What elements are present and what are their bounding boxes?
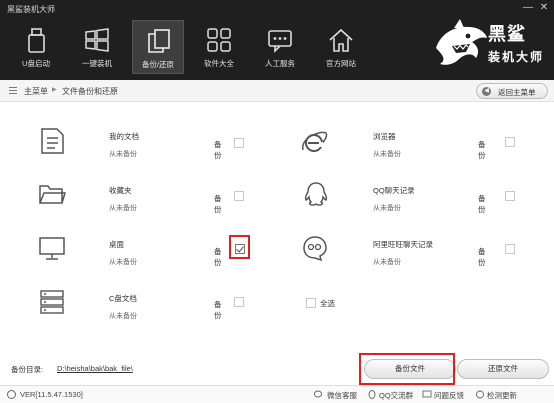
chat-icon: [268, 30, 292, 53]
nav-backup-restore[interactable]: 备份/还原: [132, 20, 184, 74]
footer-feedback[interactable]: 问题反馈: [434, 390, 464, 401]
qq-group-icon: [368, 390, 376, 399]
backup-checkbox-browser[interactable]: [505, 137, 515, 147]
copy-icon: [148, 29, 170, 53]
menu-icon: [9, 87, 17, 94]
restore-files-button[interactable]: 还原文件: [457, 359, 549, 379]
arrow-left-icon: ◀: [482, 87, 491, 96]
nav-software[interactable]: 软件大全: [193, 20, 245, 74]
nav-usb-boot[interactable]: U盘启动: [10, 20, 62, 74]
nav-label: 一键装机: [82, 59, 112, 68]
monitor-icon: [39, 237, 65, 260]
backup-checkbox-qq-chat[interactable]: [505, 191, 515, 201]
chevron-right-icon: ▶: [52, 87, 57, 93]
nav-label: 软件大全: [204, 59, 234, 68]
breadcrumb-current: 文件备份和还原: [62, 87, 118, 96]
nav-label: 备份/还原: [141, 60, 175, 69]
version-text: VER[11.5.47.1530]: [20, 390, 83, 399]
nav-label: 人工服务: [265, 59, 295, 68]
backup-checkbox-c-drive[interactable]: [234, 297, 244, 307]
windows-icon: [85, 28, 109, 52]
nav-label: U盘启动: [22, 59, 50, 68]
ie-browser-icon: [302, 131, 328, 152]
nav-one-click-install[interactable]: 一键装机: [71, 20, 123, 74]
footer-wechat-service[interactable]: 微信客服: [327, 390, 357, 401]
nav-official-site[interactable]: 官方网站: [315, 20, 367, 74]
shark-logo-icon: [436, 19, 487, 65]
back-to-main-menu-button[interactable]: ◀ 返回主菜单: [476, 83, 548, 99]
backup-checkbox-my-documents[interactable]: [234, 138, 244, 148]
back-button-label: 返回主菜单: [498, 88, 536, 97]
update-icon: [476, 390, 484, 399]
home-icon: [329, 28, 353, 52]
app-header: 黑鲨装机大师 — ✕ U盘启动 一键装机 备份/还原 软件大全 人工服务 官方网…: [0, 0, 554, 80]
backup-checkbox-favorites[interactable]: [234, 191, 244, 201]
aliwangwang-icon: [303, 236, 327, 262]
apps-grid-icon: [207, 28, 231, 52]
select-all-label: 全选: [320, 299, 335, 308]
highlight-box: [229, 235, 250, 259]
close-icon[interactable]: ✕: [538, 2, 550, 14]
breadcrumb-home[interactable]: 主菜单: [24, 86, 48, 97]
app-title: 黑鲨装机大师: [7, 5, 55, 14]
server-drive-icon: [40, 290, 64, 314]
footer-check-update[interactable]: 检测更新: [487, 390, 517, 401]
status-bar: VER[11.5.47.1530] 微信客服 QQ交流群 问题反馈 检测更新: [0, 385, 554, 403]
backup-checkbox-aliwangwang[interactable]: [505, 244, 515, 254]
backup-dir-label: 备份目录:: [11, 365, 44, 374]
select-all-checkbox[interactable]: [306, 298, 316, 308]
nav-manual-service[interactable]: 人工服务: [254, 20, 306, 74]
usb-drive-icon: [28, 28, 45, 53]
footer-qq-group[interactable]: QQ交流群: [379, 390, 413, 401]
logo-text-sub: 装机大师: [488, 50, 545, 64]
brand-logo: 黑鲨 装机大师: [432, 18, 550, 74]
qq-icon: [304, 182, 328, 206]
folder-icon: [39, 185, 66, 204]
minimize-icon[interactable]: —: [522, 2, 534, 14]
wechat-icon: [314, 390, 323, 398]
logo-text-main: 黑鲨: [488, 24, 526, 45]
highlight-box: [359, 353, 455, 385]
backup-dir-path-link[interactable]: D:\heisha\bak\bak_file\: [57, 364, 133, 373]
info-icon: [7, 390, 16, 399]
nav-label: 官方网站: [326, 59, 356, 68]
feedback-icon: [422, 390, 432, 398]
document-icon: [41, 128, 64, 154]
breadcrumb: 主菜单 ▶ 文件备份和还原 ◀ 返回主菜单: [0, 80, 554, 102]
